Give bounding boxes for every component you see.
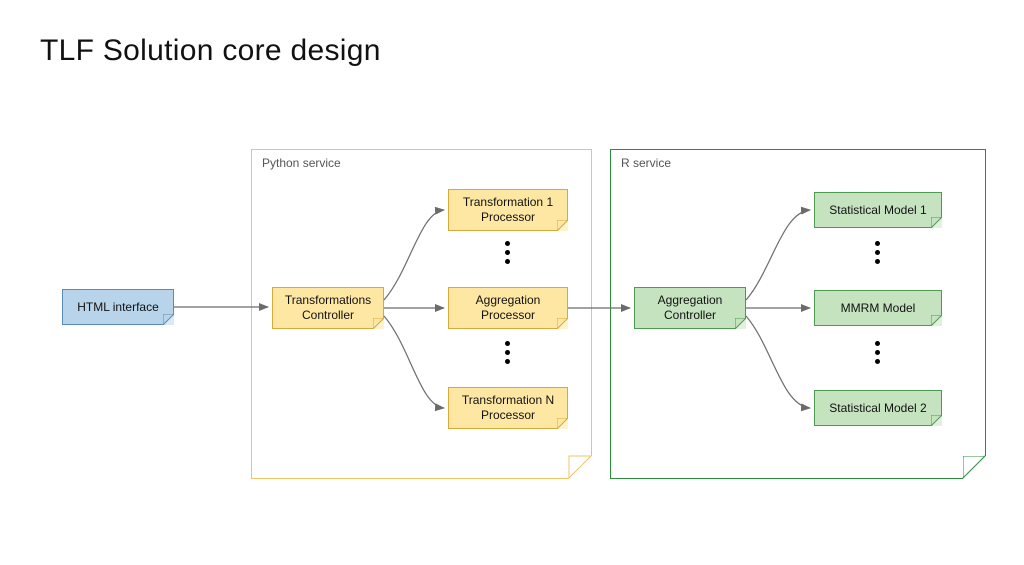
ellipsis-icon xyxy=(505,341,510,364)
node-html-interface: HTML interface xyxy=(62,289,174,325)
node-label: Statistical Model 2 xyxy=(829,401,926,416)
ellipsis-icon xyxy=(505,241,510,264)
group-r-label: R service xyxy=(621,156,671,170)
node-transformation-1-processor: Transformation 1 Processor xyxy=(448,189,568,231)
node-transformation-n-processor: Transformation N Processor xyxy=(448,387,568,429)
node-mmrm-model: MMRM Model xyxy=(814,290,942,326)
node-label: Aggregation Controller xyxy=(658,293,723,323)
node-label: Transformation N Processor xyxy=(462,393,554,423)
node-label: Statistical Model 1 xyxy=(829,203,926,218)
node-label: Transformation 1 Processor xyxy=(463,195,553,225)
node-label: HTML interface xyxy=(77,300,159,315)
node-label: MMRM Model xyxy=(841,301,916,316)
node-transformations-controller: Transformations Controller xyxy=(272,287,384,329)
node-aggregation-controller: Aggregation Controller xyxy=(634,287,746,329)
node-aggregation-processor: Aggregation Processor xyxy=(448,287,568,329)
group-python-label: Python service xyxy=(262,156,341,170)
ellipsis-icon xyxy=(875,341,880,364)
node-label: Aggregation Processor xyxy=(476,293,541,323)
node-statistical-model-1: Statistical Model 1 xyxy=(814,192,942,228)
node-statistical-model-2: Statistical Model 2 xyxy=(814,390,942,426)
node-label: Transformations Controller xyxy=(285,293,371,323)
page-title: TLF Solution core design xyxy=(40,34,381,68)
ellipsis-icon xyxy=(875,241,880,264)
diagram-canvas: TLF Solution core design Python service … xyxy=(0,0,1024,565)
